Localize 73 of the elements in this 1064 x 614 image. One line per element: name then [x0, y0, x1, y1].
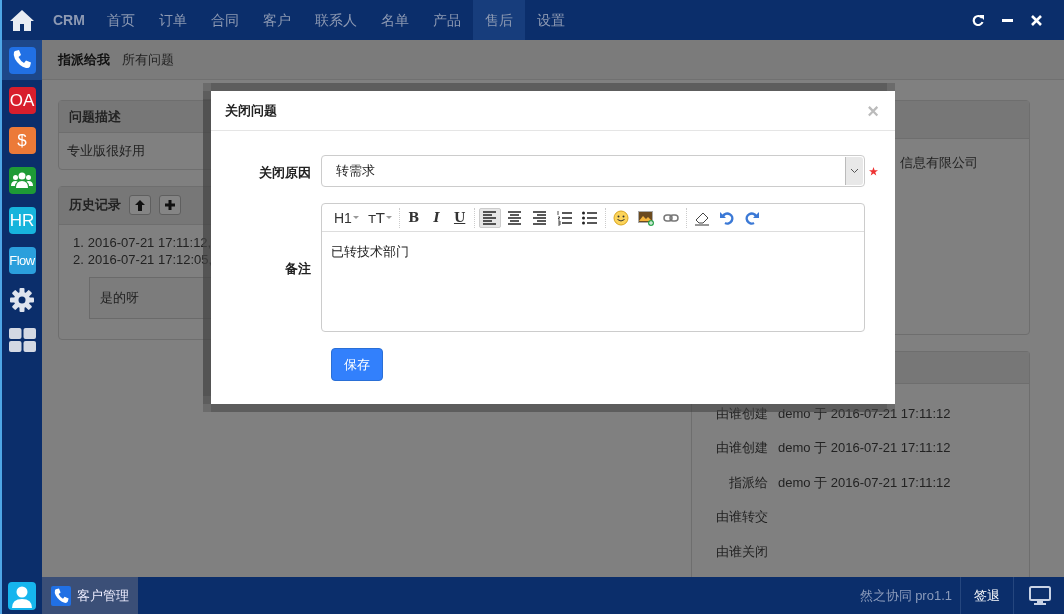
underline-button[interactable]: U — [449, 207, 470, 228]
field-label: 由谁转交 — [715, 508, 769, 526]
caret-icon — [352, 215, 359, 220]
numbered-list-icon — [556, 209, 573, 226]
brand-label: CRM — [52, 10, 86, 30]
field-label: 由谁创建 — [715, 439, 769, 457]
refresh-icon[interactable] — [972, 14, 984, 26]
history-entry: 2016-07-21 17:11:12, — [87, 233, 212, 250]
align-center-icon — [506, 209, 523, 226]
taskbar-tab[interactable]: 客户管理 — [42, 577, 138, 614]
monitor-icon[interactable] — [1029, 585, 1051, 606]
font-size-dropdown[interactable]: ᴛT — [364, 207, 395, 228]
smiley-icon — [612, 209, 629, 226]
align-right-icon — [531, 209, 548, 226]
italic-button[interactable]: I — [426, 207, 447, 228]
grid-icon — [8, 328, 36, 352]
add-button[interactable] — [159, 195, 181, 215]
bold-button[interactable]: B — [403, 207, 424, 228]
nav-tab[interactable]: 设置 — [524, 0, 577, 40]
list-number: 1. — [73, 233, 84, 250]
bullet-list-icon — [581, 209, 598, 226]
product-version: 然之协同 pro1.1 — [859, 586, 952, 605]
card-title: 历史记录 — [69, 196, 121, 215]
subnav-link[interactable]: 指派给我 — [58, 49, 110, 70]
phone-icon — [51, 585, 71, 606]
sort-button[interactable] — [129, 195, 151, 215]
plus-icon — [165, 200, 175, 210]
align-left-icon — [481, 209, 498, 226]
people-icon — [11, 171, 33, 189]
close-icon[interactable] — [1031, 14, 1042, 26]
app-launcher[interactable]: $ — [2, 120, 42, 160]
subnav-link[interactable]: 所有问题 — [122, 49, 174, 70]
heading-dropdown[interactable]: H1 — [331, 207, 362, 228]
company-name: 信息有限公司 — [900, 155, 978, 170]
list-number: 2. — [73, 250, 84, 267]
caret-icon — [385, 215, 392, 220]
quote-text: 是的呀 — [100, 288, 139, 307]
nav-tab[interactable]: 订单 — [146, 0, 199, 40]
dialog-title: 关闭问题 — [225, 101, 277, 120]
up-arrow-icon — [135, 199, 145, 211]
nav-tab[interactable]: 联系人 — [302, 0, 369, 40]
app-launcher[interactable] — [2, 40, 42, 80]
user-avatar-icon[interactable] — [8, 581, 36, 610]
field-label: 备注 — [284, 260, 312, 278]
nav-tab[interactable]: 名单 — [368, 0, 421, 40]
picture-icon — [637, 209, 654, 226]
app-launcher[interactable]: Flow — [2, 240, 42, 280]
home-icon[interactable] — [9, 8, 35, 32]
card-title: 问题描述 — [69, 107, 121, 126]
field-value: demo 于 2016-07-21 17:11:12 — [778, 473, 951, 492]
app-launcher[interactable]: OA — [2, 80, 42, 120]
history-entry: 2016-07-21 17:12:05, — [87, 250, 213, 267]
field-value: demo 于 2016-07-21 17:11:12 — [778, 404, 951, 423]
nav-tab[interactable]: 售后 — [472, 0, 525, 40]
nav-tab[interactable]: 首页 — [94, 0, 147, 40]
field-label: 关闭原因 — [258, 164, 312, 182]
app-launcher[interactable]: HR — [2, 200, 42, 240]
redo-icon — [743, 209, 760, 226]
save-button[interactable]: 保存 — [331, 348, 383, 381]
note-editor[interactable]: 已转技术部门 — [322, 232, 864, 331]
align-left-button[interactable] — [478, 207, 501, 228]
nav-tab[interactable]: 产品 — [420, 0, 473, 40]
reason-dropdown[interactable]: 转需求 — [321, 155, 865, 187]
description-text: 专业版很好用 — [67, 143, 145, 158]
chevron-down-icon — [850, 168, 859, 174]
nav-tab[interactable]: 合同 — [198, 0, 251, 40]
field-label: 指派给 — [728, 473, 769, 492]
field-label: 由谁创建 — [715, 404, 769, 423]
nav-tab[interactable]: 客户 — [250, 0, 303, 40]
undo-icon — [718, 209, 735, 226]
field-label: 由谁关闭 — [715, 542, 769, 561]
field-value: demo 于 2016-07-21 17:11:12 — [778, 439, 951, 457]
sign-out-button[interactable]: 签退 — [961, 577, 1013, 614]
